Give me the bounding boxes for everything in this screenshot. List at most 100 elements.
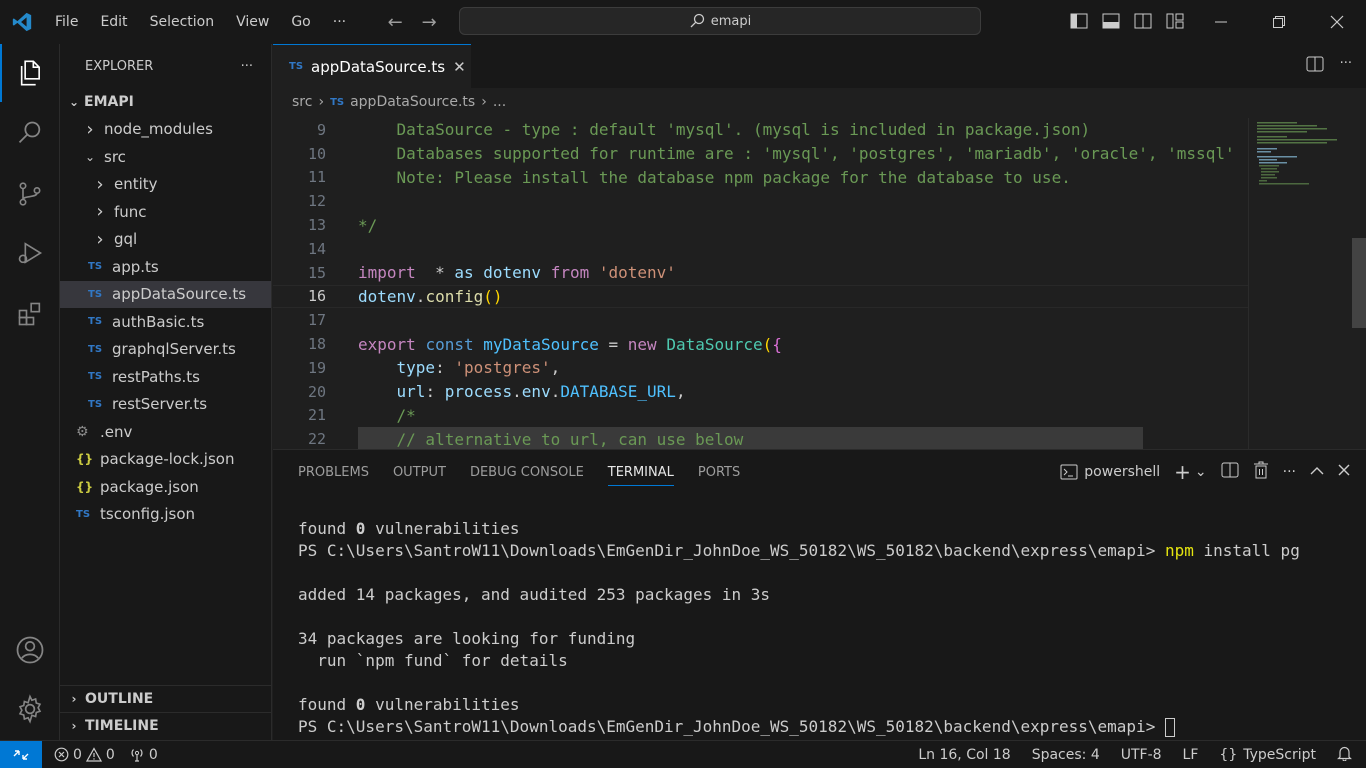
- vscode-logo-icon: [0, 0, 44, 44]
- tree-item[interactable]: TS restServer.ts: [60, 391, 271, 419]
- menu-more[interactable]: ···: [322, 0, 357, 44]
- indentation[interactable]: Spaces: 4: [1032, 747, 1100, 763]
- line-number: 20: [307, 382, 326, 401]
- chevron-right-icon: ›: [96, 228, 104, 250]
- typescript-file-icon: TS: [289, 61, 304, 72]
- editor-more-icon[interactable]: ···: [1340, 56, 1352, 76]
- tree-item[interactable]: TS authBasic.ts: [60, 308, 271, 336]
- new-terminal-plus-icon[interactable]: +: [1174, 460, 1191, 484]
- end-of-line[interactable]: LF: [1183, 747, 1199, 763]
- more-actions-icon[interactable]: ···: [241, 59, 253, 74]
- tree-item[interactable]: TS restPaths.ts: [60, 363, 271, 391]
- tab-debug-console[interactable]: DEBUG CONSOLE: [470, 450, 584, 494]
- kill-terminal-trash-icon[interactable]: [1253, 461, 1269, 483]
- split-editor-icon[interactable]: [1306, 56, 1324, 76]
- tab-appdatasource[interactable]: TS appDataSource.ts ✕: [273, 44, 471, 88]
- line-number: 21: [307, 406, 326, 425]
- tree-item[interactable]: TS appDataSource.ts: [60, 280, 271, 308]
- tree-item[interactable]: TS tsconfig.json: [60, 501, 271, 529]
- breadcrumb-separator-icon: ›: [318, 94, 325, 110]
- tab-terminal[interactable]: TERMINAL: [607, 450, 675, 494]
- timeline-section[interactable]: › TIMELINE: [60, 712, 272, 739]
- maximize-panel-chevron-up-icon[interactable]: [1310, 464, 1324, 480]
- tree-item[interactable]: › entity: [60, 171, 271, 199]
- tree-item-label: .env: [100, 422, 133, 441]
- code-line: 20 url: process.env.DATABASE_URL,: [273, 380, 1248, 404]
- notifications-bell-icon[interactable]: [1337, 745, 1352, 765]
- breadcrumb-src[interactable]: src: [292, 94, 312, 110]
- back-arrow-icon[interactable]: ←: [383, 12, 407, 33]
- ports-status[interactable]: 0: [129, 747, 158, 763]
- tree-item-label: gql: [114, 230, 138, 249]
- accounts-icon[interactable]: [0, 621, 60, 679]
- toggle-secondary-sidebar-icon[interactable]: [1132, 10, 1154, 32]
- toggle-sidebar-icon[interactable]: [1068, 10, 1090, 32]
- search-activity-icon[interactable]: [0, 104, 60, 162]
- breadcrumb-separator-icon: ›: [481, 94, 487, 110]
- tree-item[interactable]: › gql: [60, 226, 271, 254]
- code-line: 15 import * as dotenv from 'dotenv': [273, 261, 1248, 285]
- tree-item[interactable]: TS app.ts: [60, 253, 271, 281]
- panel-more-icon[interactable]: ···: [1283, 464, 1296, 480]
- editor-scrollbar[interactable]: [1352, 238, 1366, 328]
- problems-status[interactable]: 0 0: [54, 747, 115, 763]
- minimap[interactable]: [1248, 118, 1366, 449]
- source-control-icon[interactable]: [0, 165, 60, 223]
- tree-item-label: appDataSource.ts: [112, 285, 247, 304]
- tree-item[interactable]: › node_modules: [60, 116, 271, 144]
- outline-section[interactable]: › OUTLINE: [60, 685, 272, 712]
- language-mode[interactable]: {} TypeScript: [1219, 747, 1316, 763]
- file-tree: › node_modules ⌄ src › entity › func › gql TS app.t…: [60, 116, 271, 529]
- workspace-root[interactable]: ⌄ EMAPI: [60, 88, 271, 116]
- tab-ports[interactable]: PORTS: [698, 450, 740, 494]
- settings-gear-icon[interactable]: [0, 680, 60, 738]
- split-terminal-icon[interactable]: [1221, 462, 1239, 482]
- menu-view[interactable]: View: [225, 0, 280, 44]
- menu-edit[interactable]: Edit: [89, 0, 138, 44]
- tree-item-label: package-lock.json: [100, 450, 235, 469]
- chevron-right-icon: ›: [96, 201, 104, 223]
- forward-arrow-icon[interactable]: →: [417, 12, 441, 33]
- breadcrumb-file[interactable]: appDataSource.ts: [350, 94, 475, 110]
- terminal-output[interactable]: found 0 vulnerabilities PS C:\Users\Sant…: [298, 518, 1300, 738]
- remote-indicator-icon[interactable]: [0, 740, 42, 768]
- chevron-right-icon: ›: [71, 719, 77, 733]
- menu-selection[interactable]: Selection: [139, 0, 226, 44]
- tree-item[interactable]: › func: [60, 198, 271, 226]
- tree-item[interactable]: ⚙ .env: [60, 418, 271, 446]
- menu-file[interactable]: File: [44, 0, 89, 44]
- encoding[interactable]: UTF-8: [1121, 747, 1162, 763]
- breadcrumb-symbol[interactable]: ...: [493, 94, 506, 110]
- terminal-line: run `npm fund` for details: [298, 651, 568, 670]
- tab-problems[interactable]: PROBLEMS: [298, 450, 369, 494]
- tree-item[interactable]: ⌄ src: [60, 143, 271, 171]
- code-line: 13 */: [273, 213, 1248, 237]
- close-panel-icon[interactable]: [1338, 464, 1350, 480]
- chevron-down-icon[interactable]: ⌄: [1195, 464, 1207, 480]
- menu-go[interactable]: Go: [280, 0, 321, 44]
- tree-item[interactable]: TS graphqlServer.ts: [60, 336, 271, 364]
- customize-layout-icon[interactable]: [1164, 10, 1186, 32]
- minimize-icon[interactable]: [1192, 0, 1250, 44]
- explorer-icon[interactable]: [0, 44, 60, 102]
- close-window-icon[interactable]: [1308, 0, 1366, 44]
- toggle-panel-icon[interactable]: [1100, 10, 1122, 32]
- tab-output[interactable]: OUTPUT: [393, 450, 446, 494]
- close-tab-icon[interactable]: ✕: [453, 58, 466, 76]
- line-number: 13: [307, 216, 326, 235]
- terminal-shell-selector[interactable]: powershell: [1060, 464, 1160, 480]
- code-editor[interactable]: 9 DataSource - type : default 'mysql'. (…: [273, 118, 1248, 452]
- command-center-search[interactable]: emapi: [459, 7, 981, 35]
- editor-tabs: TS appDataSource.ts ✕ ···: [273, 44, 1366, 88]
- code-line: 9 DataSource - type : default 'mysql'. (…: [273, 118, 1248, 142]
- run-debug-icon[interactable]: [0, 224, 60, 282]
- cursor-position[interactable]: Ln 16, Col 18: [918, 747, 1010, 763]
- tree-item[interactable]: {} package-lock.json: [60, 446, 271, 474]
- typescript-file-icon: TS: [88, 316, 103, 328]
- typescript-file-icon: TS: [88, 398, 103, 410]
- restore-icon[interactable]: [1250, 0, 1308, 44]
- tree-item-label: entity: [114, 175, 158, 194]
- chevron-down-icon: ⌄: [84, 149, 96, 164]
- extensions-icon[interactable]: [0, 285, 60, 343]
- tree-item[interactable]: {} package.json: [60, 473, 271, 501]
